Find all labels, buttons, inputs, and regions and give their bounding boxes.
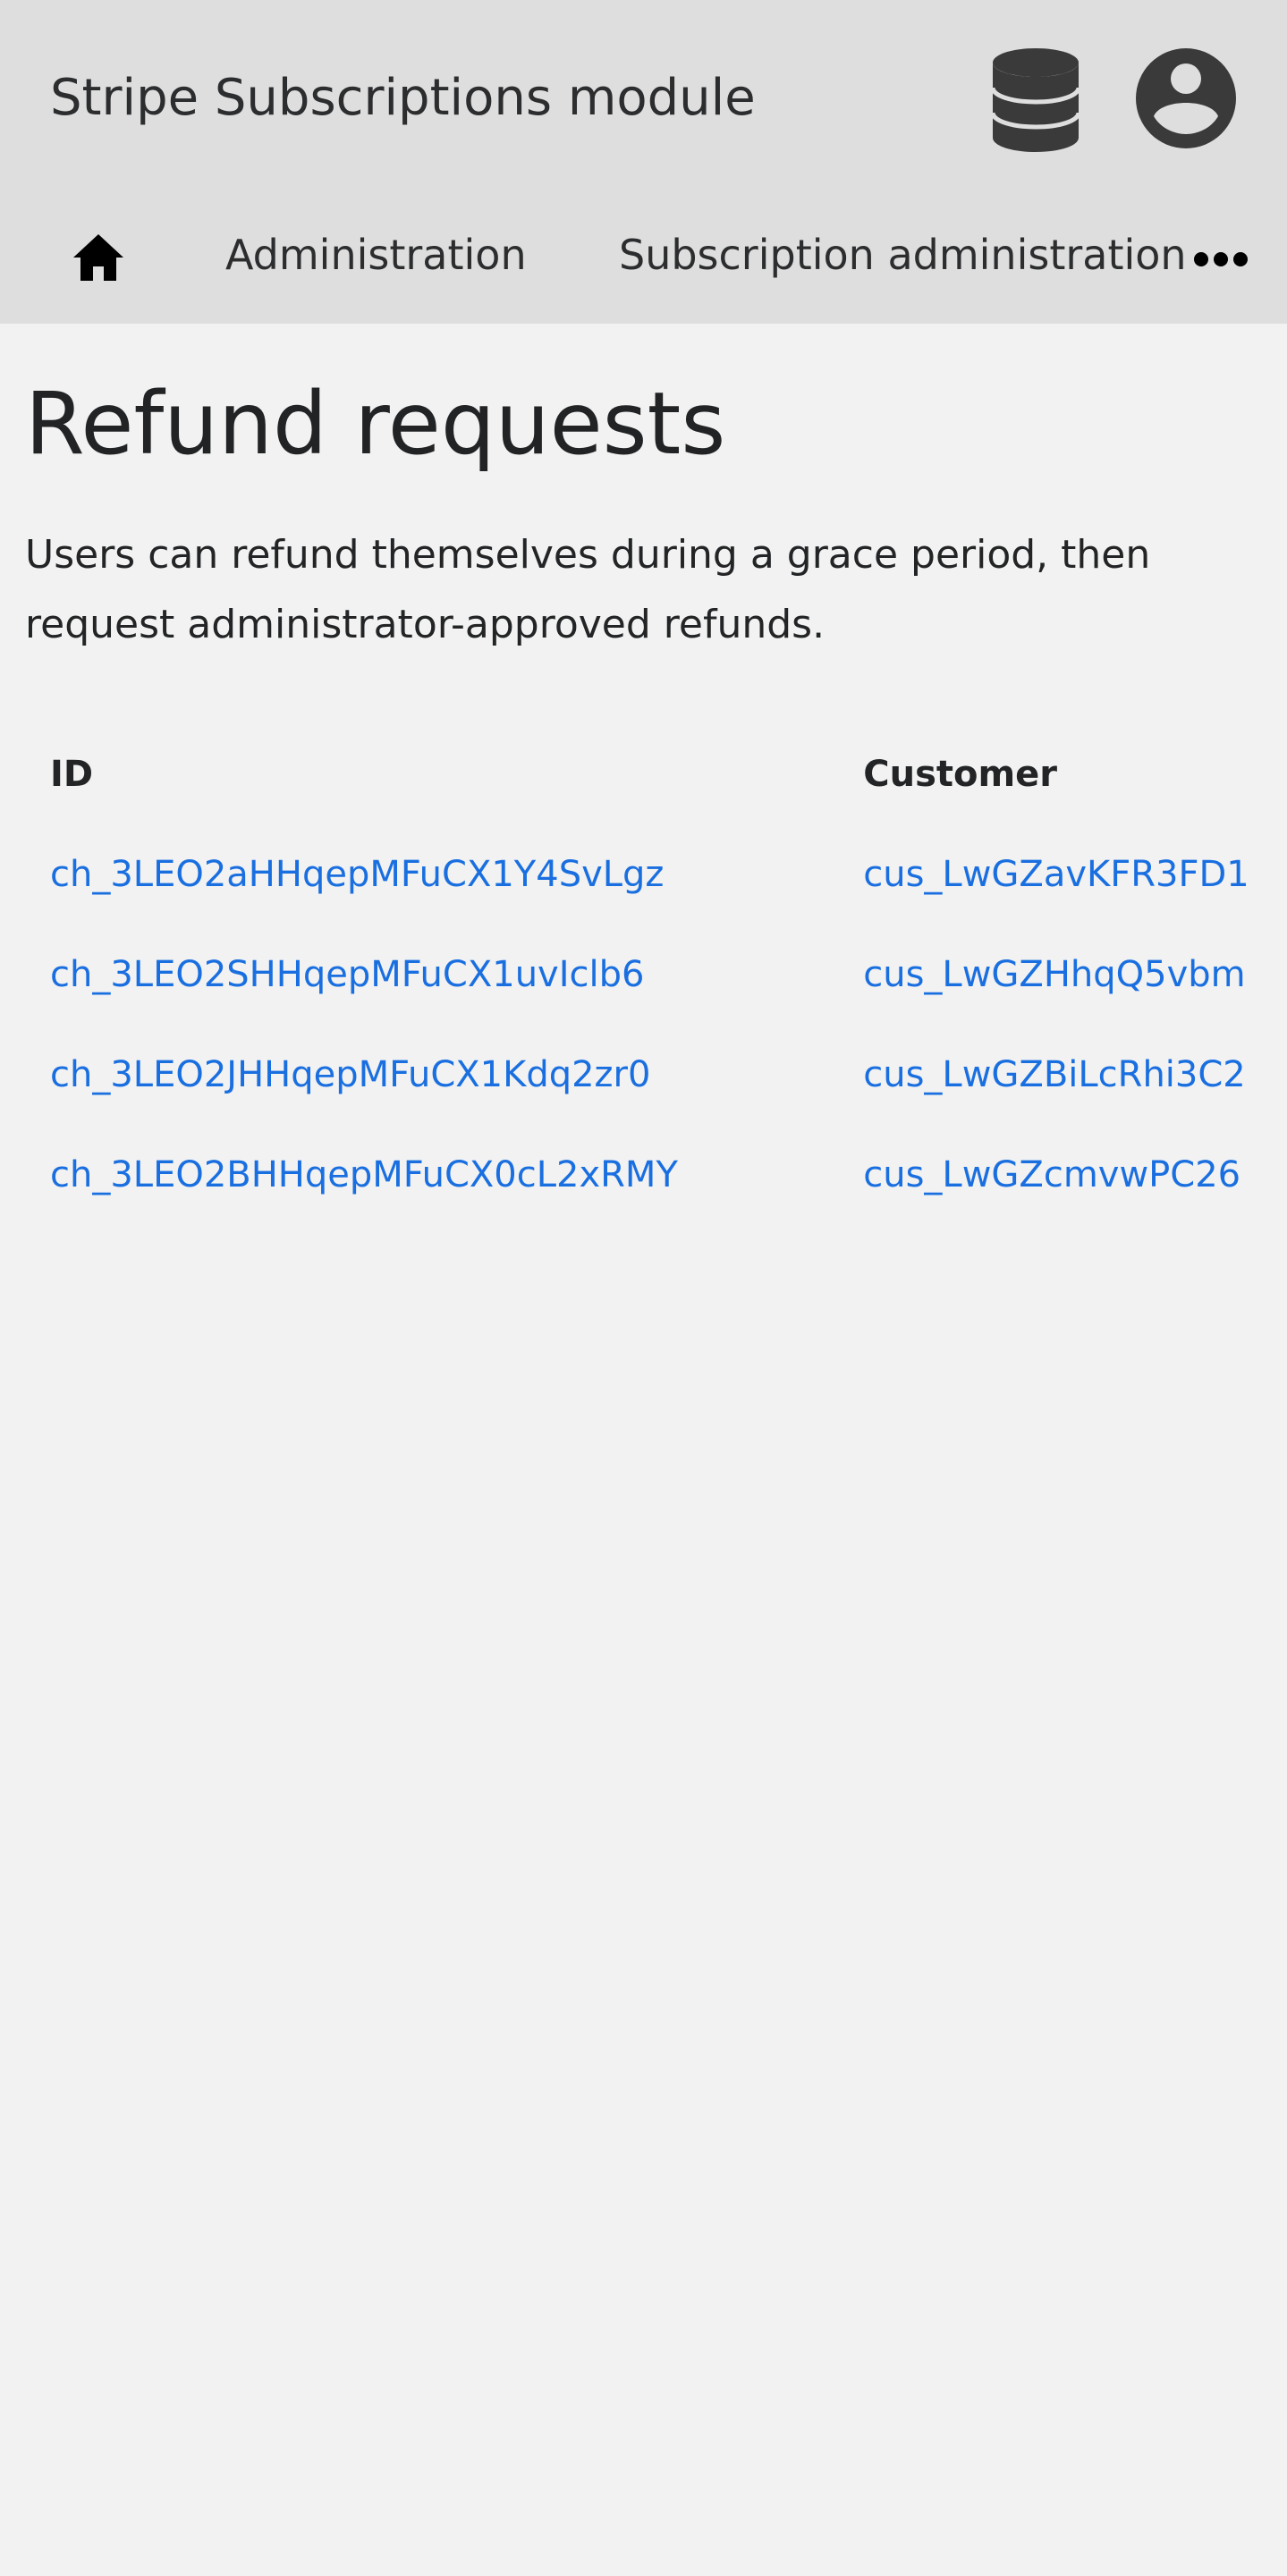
table-row: ch_3LEO2SHHqepMFuCX1uvIclb6 cus_LwGZHhqQ… <box>25 925 1287 1025</box>
nav-item-administration[interactable]: Administration <box>225 228 527 282</box>
page-intro: Users can refund themselves during a gra… <box>25 532 1151 647</box>
customer-id-link[interactable]: cus_LwGZBiLcRhi3C2 <box>863 1054 1246 1095</box>
more-dots-icon[interactable] <box>1193 249 1249 270</box>
customer-id-link[interactable]: cus_LwGZavKFR3FD1 <box>863 854 1249 895</box>
column-header-customer: Customer <box>863 754 1058 795</box>
app-title: Stripe Subscriptions module <box>50 69 756 127</box>
customer-id-link[interactable]: cus_LwGZcmvwPC26 <box>863 1154 1240 1195</box>
customer-id-link[interactable]: cus_LwGZHhqQ5vbm <box>863 954 1245 995</box>
charge-id-link[interactable]: ch_3LEO2SHHqepMFuCX1uvIclb6 <box>50 954 644 995</box>
home-icon[interactable] <box>72 232 125 283</box>
charge-id-link[interactable]: ch_3LEO2BHHqepMFuCX0cL2xRMY <box>50 1154 678 1195</box>
table-row: ch_3LEO2BHHqepMFuCX0cL2xRMY cus_LwGZcmvw… <box>25 1125 1287 1225</box>
table-row: ch_3LEO2JHHqepMFuCX1Kdq2zr0 cus_LwGZBiLc… <box>25 1025 1287 1125</box>
refund-requests-table: ID Customer ch_3LEO2aHHqepMFuCX1Y4SvLgz … <box>25 724 1287 1225</box>
breadcrumb-nav: Administration Subscription administrati… <box>0 179 1287 324</box>
column-header-id: ID <box>50 754 94 795</box>
page-title: Refund requests <box>25 374 726 474</box>
charge-id-link[interactable]: ch_3LEO2aHHqepMFuCX1Y4SvLgz <box>50 854 664 895</box>
user-account-icon[interactable] <box>1134 46 1238 150</box>
table-row: ch_3LEO2aHHqepMFuCX1Y4SvLgz cus_LwGZavKF… <box>25 824 1287 925</box>
charge-id-link[interactable]: ch_3LEO2JHHqepMFuCX1Kdq2zr0 <box>50 1054 650 1095</box>
database-icon[interactable] <box>986 46 1086 154</box>
nav-item-subscription-administration[interactable]: Subscription administration <box>619 228 1187 282</box>
app-header: Stripe Subscriptions module Administrati… <box>0 0 1287 324</box>
table-header-row: ID Customer <box>25 724 1287 824</box>
